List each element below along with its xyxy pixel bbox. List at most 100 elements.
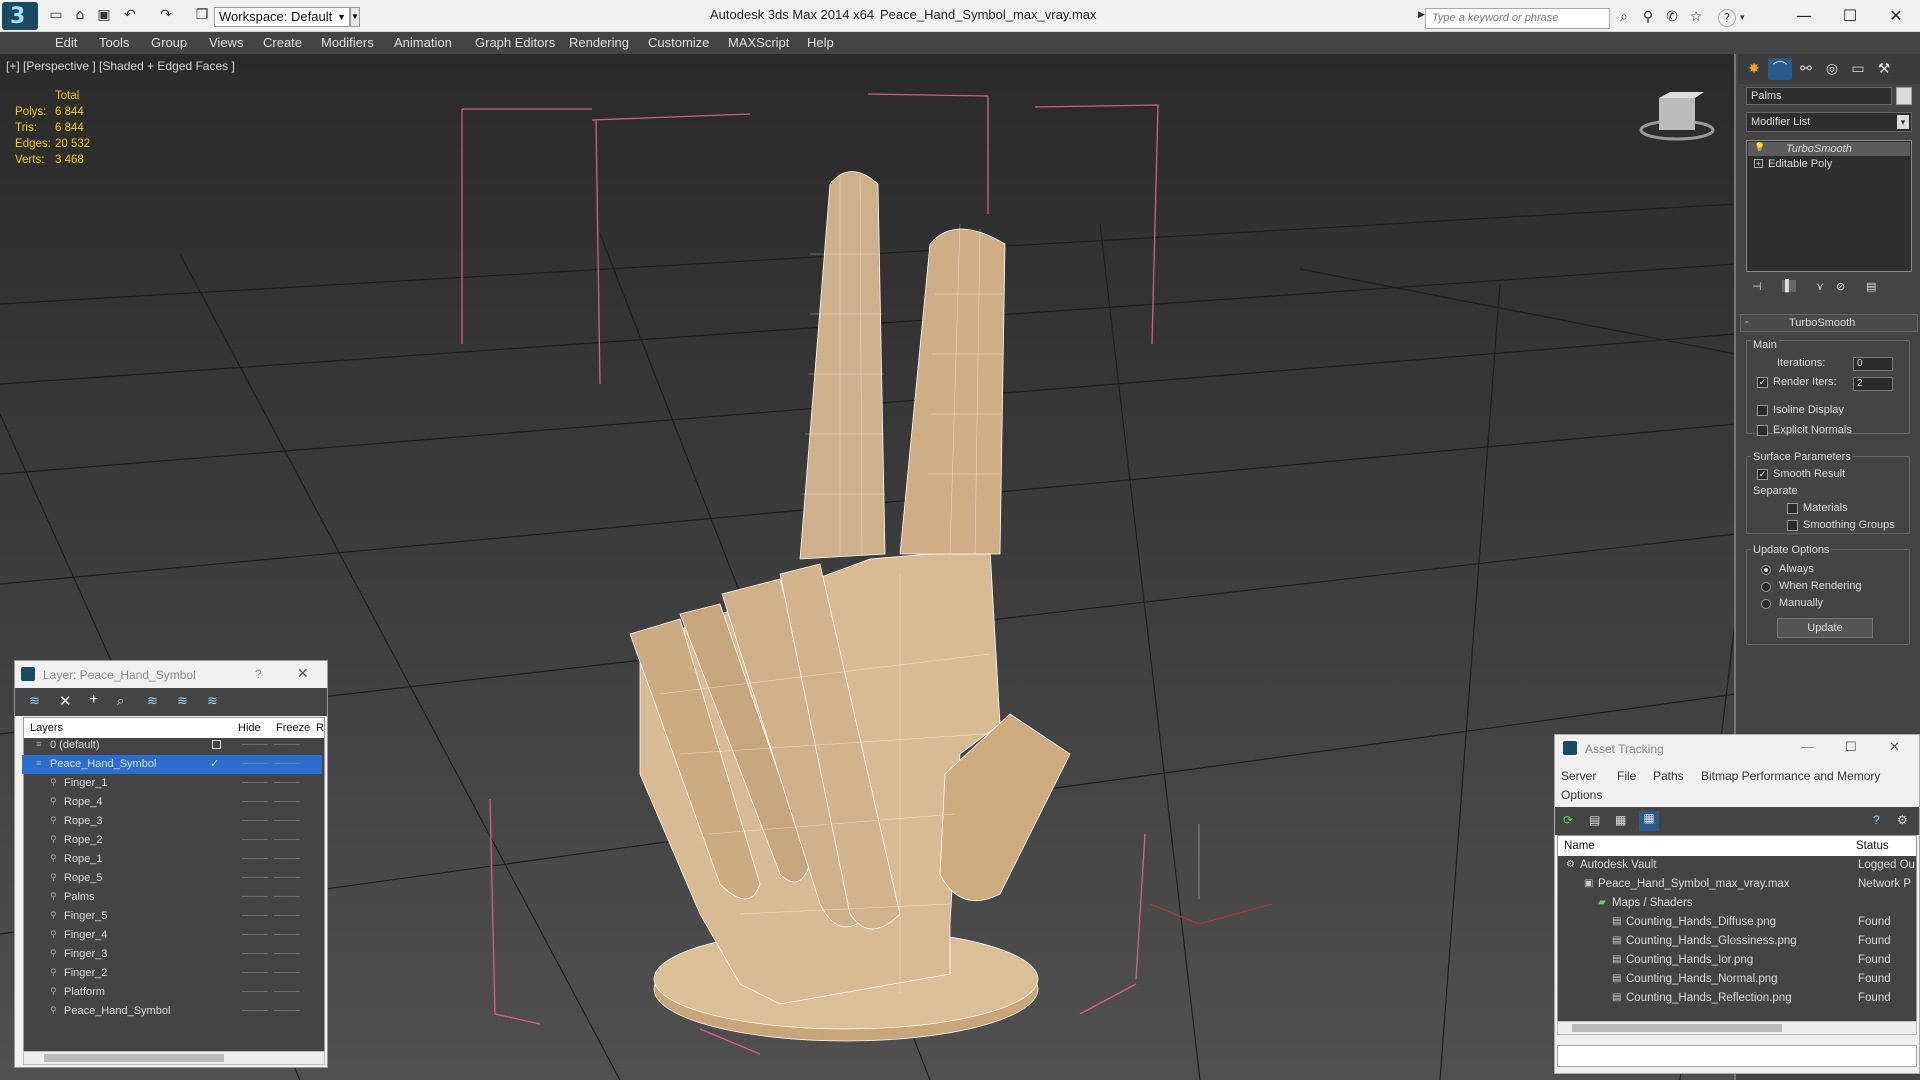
layer-row[interactable]: ⚲ Rope_5 ──── ────	[22, 869, 322, 888]
horizontal-scrollbar[interactable]	[23, 1051, 325, 1065]
new-file-icon[interactable]: ▭	[46, 6, 66, 24]
delete-layer-icon[interactable]: ✕	[59, 692, 72, 710]
asset-row[interactable]: ▤ Counting_Hands_Glossiness.png Found	[1560, 932, 1918, 951]
render-iters-spinner[interactable]: 2	[1853, 377, 1893, 391]
help-icon[interactable]: ?	[255, 667, 262, 681]
hide-toggle[interactable]: ────	[242, 891, 268, 901]
close-icon[interactable]: ✕	[1889, 739, 1900, 755]
asset-row[interactable]: ▤ Counting_Hands_Ior.png Found	[1560, 951, 1918, 970]
hide-toggle[interactable]: ────	[242, 1005, 268, 1015]
freeze-toggle[interactable]: ────	[274, 758, 300, 768]
object-color-swatch[interactable]	[1896, 87, 1912, 105]
pin-stack-icon[interactable]: ⊣	[1752, 280, 1762, 293]
layer-window-titlebar[interactable]: Layer: Peace_Hand_Symbol ? ✕	[15, 661, 327, 688]
expand-plus-icon[interactable]: +	[1754, 159, 1763, 168]
update-button[interactable]: Update	[1777, 618, 1873, 638]
create-tab-icon[interactable]: ✸	[1742, 58, 1766, 80]
minimize-icon[interactable]: —	[1801, 739, 1814, 754]
menu-graph-editors[interactable]: Graph Editors	[475, 35, 555, 50]
viewcube-icon[interactable]	[1639, 92, 1715, 141]
refresh-icon[interactable]: ⟳	[1563, 813, 1573, 827]
display-tab-icon[interactable]: ▭	[1846, 58, 1870, 80]
hide-toggle[interactable]: ────	[242, 967, 268, 977]
workspace-expand-icon[interactable]: ▼	[350, 7, 360, 27]
menu-bitmap-performance[interactable]: Bitmap Performance and Memory	[1701, 769, 1880, 783]
col-freeze[interactable]: Freeze	[276, 722, 310, 734]
make-unique-icon[interactable]: ⋎	[1816, 280, 1824, 293]
freeze-toggle[interactable]: ────	[274, 948, 300, 958]
open-file-icon[interactable]: ⌂	[70, 6, 90, 24]
manually-radio[interactable]	[1761, 599, 1771, 609]
hide-toggle[interactable]: ────	[242, 815, 268, 825]
horizontal-scrollbar[interactable]	[1557, 1021, 1917, 1035]
smooth-result-checkbox[interactable]: ✓	[1757, 469, 1768, 480]
menu-modifiers[interactable]: Modifiers	[321, 35, 374, 50]
hide-toggle[interactable]: ────	[242, 986, 268, 996]
asset-window-titlebar[interactable]: Asset Tracking — ☐ ✕	[1555, 735, 1919, 763]
configure-sets-icon[interactable]: ▤	[1866, 280, 1876, 293]
hide-toggle[interactable]: ────	[242, 758, 268, 768]
hide-toggle[interactable]: ────	[242, 853, 268, 863]
hide-toggle[interactable]: ────	[242, 796, 268, 806]
layer-row[interactable]: ⚲ Platform ──── ────	[22, 983, 322, 1002]
current-layer-checkbox[interactable]	[212, 740, 221, 749]
turbosmooth-rollout-header[interactable]: - TurboSmooth	[1740, 314, 1918, 332]
col-name[interactable]: Name	[1564, 840, 1595, 852]
hide-toggle[interactable]: ────	[242, 929, 268, 939]
maximize-icon[interactable]: ☐	[1845, 739, 1857, 755]
layer-row[interactable]: ⚲ Finger_5 ──── ────	[22, 907, 322, 926]
asset-row[interactable]: ▤ Counting_Hands_Normal.png Found	[1560, 970, 1918, 989]
freeze-toggle[interactable]: ────	[274, 967, 300, 977]
layer-row[interactable]: ⚲ Rope_2 ──── ────	[22, 831, 322, 850]
app-logo-icon[interactable]: 3	[2, 2, 38, 30]
remove-modifier-icon[interactable]: ⊘	[1836, 280, 1845, 293]
redo-icon[interactable]: ↷	[156, 6, 176, 24]
layer-row[interactable]: ⚲ Rope_3 ──── ────	[22, 812, 322, 831]
col-hide[interactable]: Hide	[238, 722, 261, 734]
layer-row[interactable]: ⚲ Finger_2 ──── ────	[22, 964, 322, 983]
asset-path-field[interactable]	[1557, 1045, 1917, 1067]
layer-row[interactable]: ≡ 0 (default) ──── ────	[22, 736, 322, 755]
menu-server[interactable]: Server	[1561, 769, 1596, 783]
show-end-result-icon[interactable]: ▌	[1782, 280, 1796, 292]
scrollbar-thumb[interactable]	[44, 1054, 224, 1062]
when-rendering-radio[interactable]	[1761, 582, 1771, 592]
explicit-normals-checkbox[interactable]	[1757, 425, 1768, 436]
col-render[interactable]: R	[316, 722, 324, 734]
undo-icon[interactable]: ↶	[120, 6, 140, 24]
search-expand-icon[interactable]: ▶	[1418, 9, 1425, 20]
menu-file[interactable]: File	[1617, 769, 1636, 783]
materials-checkbox[interactable]	[1787, 503, 1798, 514]
layer-row[interactable]: ⚲ Finger_3 ──── ────	[22, 945, 322, 964]
menu-group[interactable]: Group	[151, 35, 187, 50]
motion-tab-icon[interactable]: ◎	[1820, 58, 1844, 80]
settings-gear-icon[interactable]: ⚙	[1897, 813, 1908, 827]
freeze-toggle[interactable]: ────	[274, 986, 300, 996]
freeze-toggle[interactable]: ────	[274, 777, 300, 787]
help-icon[interactable]: ?	[1873, 813, 1880, 827]
freeze-toggle[interactable]: ────	[274, 853, 300, 863]
asset-row[interactable]: ▤ Counting_Hands_Reflection.png Found	[1560, 989, 1918, 1008]
stack-item-turbosmooth[interactable]: 💡 TurboSmooth	[1748, 142, 1910, 156]
minimize-button[interactable]: —	[1782, 4, 1826, 28]
hide-toggle[interactable]: ────	[242, 739, 268, 749]
list-view-icon[interactable]: ▤	[1589, 813, 1600, 827]
layer-row[interactable]: ⚲ Palms ──── ────	[22, 888, 322, 907]
isoline-display-checkbox[interactable]	[1757, 405, 1768, 416]
hide-toggle[interactable]: ────	[242, 872, 268, 882]
layer-row[interactable]: ⚲ Peace_Hand_Symbol ──── ────	[22, 1002, 322, 1021]
layer-row[interactable]: ≡ Peace_Hand_Symbol ✓ ──── ────	[22, 755, 322, 774]
menu-options[interactable]: Options	[1561, 788, 1602, 802]
workspace-dropdown[interactable]: Workspace: Default ▼	[214, 7, 350, 27]
favorites-star-icon[interactable]: ☆	[1686, 9, 1706, 27]
hide-toggle[interactable]: ────	[242, 948, 268, 958]
asset-row[interactable]: ⚙ Autodesk Vault Logged Ou	[1560, 856, 1918, 875]
search-input[interactable]: Type a keyword or phrase	[1425, 8, 1610, 29]
freeze-toggle[interactable]: ────	[274, 834, 300, 844]
asset-row[interactable]: ▰ Maps / Shaders	[1560, 894, 1918, 913]
freeze-toggle[interactable]: ────	[274, 739, 300, 749]
menu-animation[interactable]: Animation	[394, 35, 452, 50]
communication-icon[interactable]: ✆	[1662, 9, 1682, 27]
project-folder-icon[interactable]: ❐	[192, 6, 212, 24]
close-icon[interactable]: ✕	[297, 665, 309, 682]
